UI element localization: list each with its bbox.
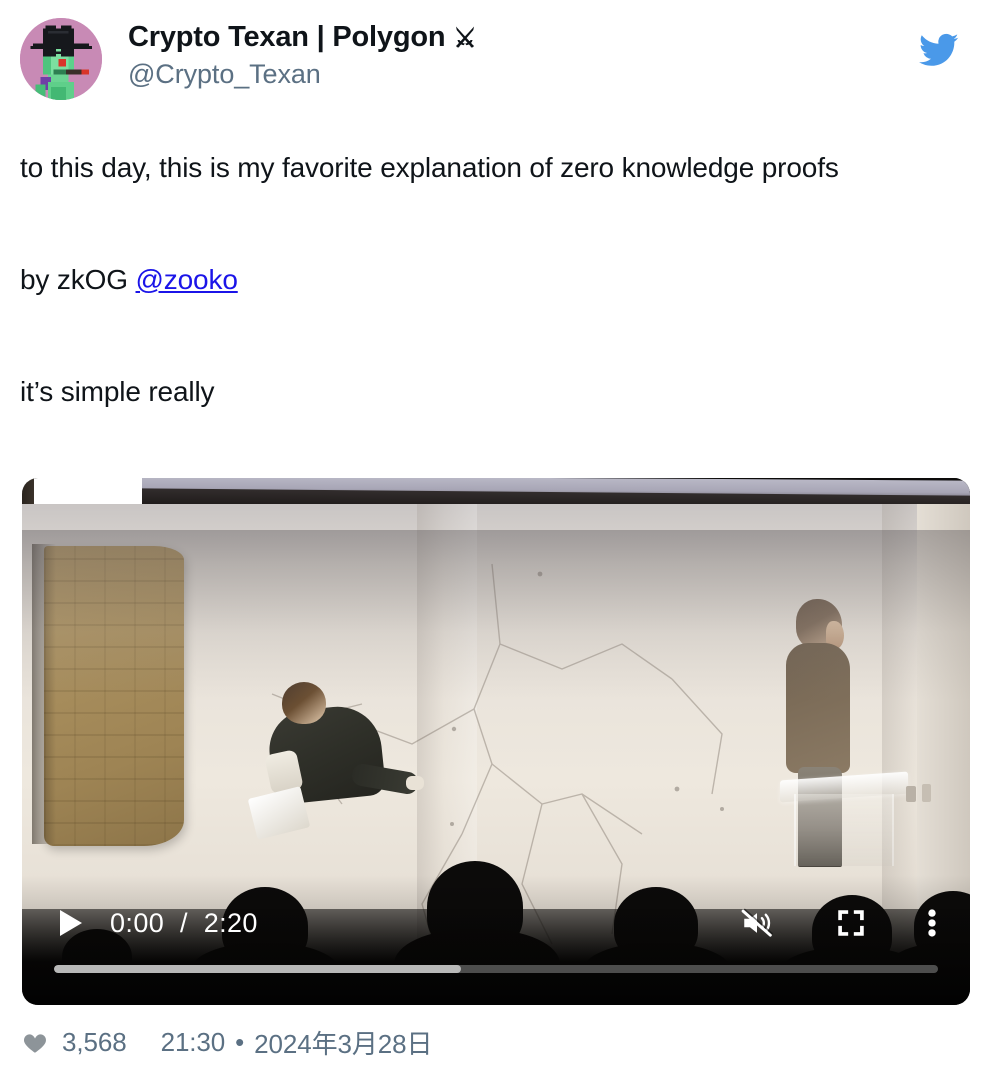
tweet-line-3: it’s simple really bbox=[20, 376, 215, 407]
video-duration: 2:20 bbox=[203, 907, 258, 938]
volume-muted-icon bbox=[741, 908, 773, 937]
video-top-left-gap bbox=[22, 478, 142, 504]
play-icon bbox=[60, 910, 82, 936]
like-count: 3,568 bbox=[62, 1027, 127, 1057]
more-options-icon bbox=[928, 909, 936, 937]
video-controls-row: 0:00 / 2:20 bbox=[54, 895, 938, 951]
tweet-footer: 3,568 21:30 • 2024年3月28日 bbox=[22, 1024, 433, 1061]
footer-dot-separator: • bbox=[235, 1027, 245, 1057]
play-button[interactable] bbox=[54, 904, 88, 942]
twitter-bird-logo[interactable] bbox=[916, 30, 962, 70]
video-time-display: 0:00 / 2:20 bbox=[110, 908, 258, 939]
heart-icon bbox=[24, 1033, 46, 1053]
mute-button[interactable] bbox=[738, 906, 776, 940]
author-block: Crypto Texan | Polygon ⚔ @Crypto_Texan bbox=[128, 18, 477, 92]
video-progress-bar[interactable] bbox=[54, 965, 938, 973]
tweet-header: Crypto Texan | Polygon ⚔ @Crypto_Texan bbox=[20, 18, 966, 114]
avatar-pixel-art bbox=[20, 18, 102, 100]
tweet-line-1: to this day, this is my favorite explana… bbox=[20, 152, 839, 183]
wall-top-shading bbox=[22, 530, 970, 700]
wall-switch-right bbox=[922, 784, 931, 802]
twitter-bird-icon bbox=[919, 33, 959, 66]
current-time: 0:00 bbox=[110, 907, 165, 938]
video-progress-buffered bbox=[54, 965, 461, 973]
tweet-date: 2024年3月28日 bbox=[254, 1029, 433, 1059]
fullscreen-icon bbox=[838, 910, 864, 936]
display-name[interactable]: Crypto Texan | Polygon ⚔ bbox=[128, 20, 477, 55]
presenter-hand bbox=[406, 776, 424, 790]
wall-switch-left bbox=[906, 786, 916, 802]
more-options-button[interactable] bbox=[926, 906, 938, 940]
like-button[interactable]: 3,568 bbox=[22, 1027, 127, 1058]
avatar[interactable] bbox=[20, 18, 102, 100]
crossed-swords-icon: ⚔ bbox=[453, 22, 477, 53]
time-separator: / bbox=[179, 907, 188, 938]
tweet-body-text: to this day, this is my favorite explana… bbox=[20, 140, 960, 420]
video-controls-right bbox=[738, 906, 938, 940]
fullscreen-button[interactable] bbox=[834, 906, 868, 940]
tweet-card: Crypto Texan | Polygon ⚔ @Crypto_Texan to… bbox=[0, 0, 986, 1086]
display-name-text: Crypto Texan | Polygon bbox=[128, 21, 446, 53]
tweet-time: 21:30 bbox=[160, 1027, 226, 1057]
tweet-line-2-prefix: by zkOG bbox=[20, 264, 136, 295]
video-player[interactable]: 0:00 / 2:20 bbox=[22, 478, 970, 1005]
mention-link-zooko[interactable]: @zooko bbox=[136, 264, 238, 295]
video-controls: 0:00 / 2:20 bbox=[22, 885, 970, 1005]
author-handle[interactable]: @Crypto_Texan bbox=[128, 58, 477, 92]
